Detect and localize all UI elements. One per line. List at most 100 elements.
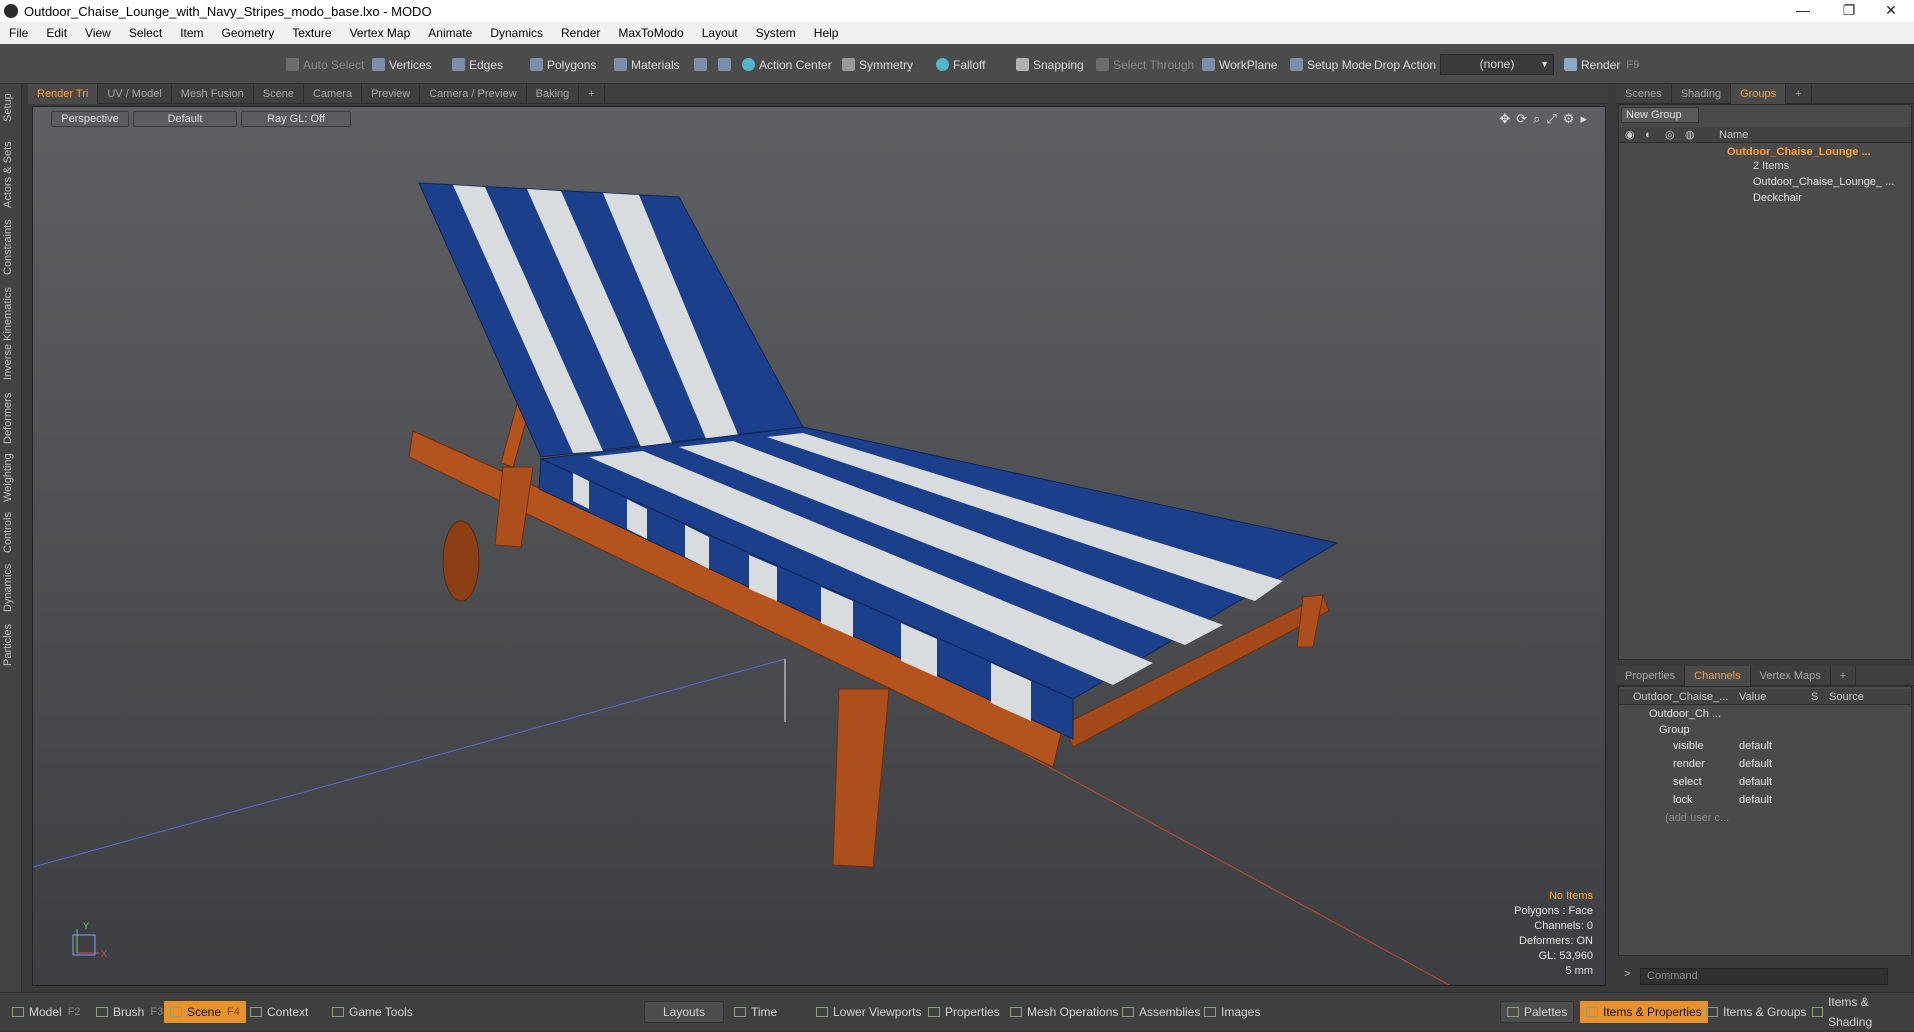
- channel-s-header: S: [1811, 691, 1819, 703]
- channel-visible-value[interactable]: default: [1739, 739, 1772, 754]
- model-layout-button[interactable]: Model F2: [6, 1001, 87, 1023]
- auto-select-button[interactable]: Auto Select: [286, 54, 364, 75]
- setup-mode-icon: [1290, 58, 1303, 71]
- tab-render-tri[interactable]: Render Tri: [28, 83, 99, 104]
- viewport-stats: No Items Polygons : Face Channels: 0 Def…: [1514, 889, 1593, 979]
- menu-help[interactable]: Help: [805, 26, 848, 40]
- name-column-header: Name: [1719, 129, 1749, 141]
- menu-maxtomodo[interactable]: MaxToModo: [609, 26, 692, 40]
- add-right-tab-button[interactable]: +: [1786, 83, 1812, 104]
- palettes-button[interactable]: Palettes: [1500, 1001, 1575, 1023]
- group-item[interactable]: Outdoor_Chaise_Lounge ...: [1727, 145, 1871, 160]
- selection-convert-button[interactable]: [718, 54, 735, 75]
- tab-properties[interactable]: Properties: [1616, 665, 1686, 686]
- tab-baking[interactable]: Baking: [527, 83, 580, 104]
- symmetry-icon: [842, 58, 855, 71]
- drop-action-label: Drop Action: [1374, 57, 1437, 72]
- tab-channels[interactable]: Channels: [1685, 665, 1751, 686]
- vtab-deformers[interactable]: Deformers: [2, 390, 20, 446]
- vtab-particles[interactable]: Particles: [2, 620, 20, 670]
- materials-button[interactable]: Materials: [614, 54, 680, 75]
- menu-dynamics[interactable]: Dynamics: [481, 26, 552, 40]
- tab-vertex-maps[interactable]: Vertex Maps: [1751, 665, 1831, 686]
- tab-preview[interactable]: Preview: [362, 83, 421, 104]
- channel-group[interactable]: Group: [1659, 723, 1690, 738]
- tab-uv-model[interactable]: UV / Model: [98, 83, 172, 104]
- workplane-button[interactable]: WorkPlane: [1202, 54, 1277, 75]
- tab-camera[interactable]: Camera: [304, 83, 363, 104]
- tab-scenes[interactable]: Scenes: [1616, 83, 1672, 104]
- tab-shading[interactable]: Shading: [1672, 83, 1732, 104]
- add-tab-button[interactable]: +: [579, 83, 605, 104]
- channel-render-value[interactable]: default: [1739, 757, 1772, 772]
- 3d-viewport[interactable]: Perspective Default Ray GL: Off ✥⟳⌕⤢⚙▸ Y…: [32, 106, 1606, 986]
- tab-camera-preview[interactable]: Camera / Preview: [420, 83, 527, 104]
- group-child-deckchair[interactable]: Deckchair: [1753, 191, 1802, 206]
- menu-item[interactable]: Item: [171, 26, 212, 40]
- vertices-button[interactable]: Vertices: [372, 54, 432, 75]
- vtab-constraints[interactable]: Constraints: [2, 216, 20, 278]
- menu-view[interactable]: View: [76, 26, 120, 40]
- lower-viewports-button[interactable]: Lower Viewports: [810, 1001, 928, 1023]
- snapping-button[interactable]: Snapping: [1016, 54, 1084, 75]
- visibility-icon: ◉: [1625, 129, 1635, 141]
- grid-icon: [734, 1007, 746, 1017]
- polygons-button[interactable]: Polygons: [530, 54, 596, 75]
- vtab-inverse-kinematics[interactable]: Inverse Kinematics: [2, 284, 20, 384]
- properties-button[interactable]: Properties: [922, 1001, 1006, 1023]
- add-bottom-tab-button[interactable]: +: [1831, 665, 1857, 686]
- time-button[interactable]: Time: [728, 1001, 783, 1023]
- menu-system[interactable]: System: [747, 26, 805, 40]
- menu-animate[interactable]: Animate: [419, 26, 481, 40]
- falloff-button[interactable]: Falloff: [936, 54, 985, 75]
- mesh-operations-button[interactable]: Mesh Operations: [1004, 1001, 1124, 1023]
- minimize-button[interactable]: —: [1780, 0, 1826, 22]
- maximize-button[interactable]: ❐: [1826, 0, 1872, 22]
- action-center-icon: [742, 58, 755, 71]
- images-button[interactable]: Images: [1198, 1001, 1266, 1023]
- menu-vertex-map[interactable]: Vertex Map: [341, 26, 420, 40]
- menu-texture[interactable]: Texture: [283, 26, 340, 40]
- render-button[interactable]: Render F9: [1564, 54, 1639, 75]
- vtab-weighting[interactable]: Weighting: [2, 452, 20, 504]
- symmetry-button[interactable]: Symmetry: [842, 54, 913, 75]
- select-through-button[interactable]: Select Through: [1096, 54, 1194, 75]
- vtab-controls[interactable]: Controls: [2, 510, 20, 556]
- vtab-actors-sets[interactable]: Actors & Sets: [2, 140, 20, 210]
- tab-scene[interactable]: Scene: [254, 83, 304, 104]
- game-tools-layout-button[interactable]: Game Tools: [326, 1001, 419, 1023]
- setup-mode-button[interactable]: Setup Mode: [1290, 54, 1372, 75]
- vtab-setup[interactable]: Setup: [2, 90, 20, 126]
- tab-groups[interactable]: Groups: [1731, 83, 1787, 104]
- assemblies-button[interactable]: Assemblies: [1116, 1001, 1206, 1023]
- channel-item[interactable]: Outdoor_Ch ...: [1649, 707, 1721, 722]
- items-properties-button[interactable]: Items & Properties: [1580, 1001, 1708, 1023]
- drop-action-select[interactable]: (none) ▼: [1440, 54, 1554, 75]
- layouts-button[interactable]: Layouts: [644, 1001, 724, 1023]
- tab-mesh-fusion[interactable]: Mesh Fusion: [172, 83, 254, 104]
- close-button[interactable]: ✕: [1868, 0, 1914, 22]
- channel-lock-value[interactable]: default: [1739, 793, 1772, 808]
- new-group-button[interactable]: New Group: [1621, 107, 1699, 123]
- add-user-channel[interactable]: (add user c...: [1665, 811, 1729, 826]
- menu-select[interactable]: Select: [120, 26, 171, 40]
- group-child-mesh[interactable]: Outdoor_Chaise_Lounge_ ...: [1753, 175, 1894, 190]
- vtab-dynamics[interactable]: Dynamics: [2, 562, 20, 614]
- menu-render[interactable]: Render: [552, 26, 609, 40]
- menu-layout[interactable]: Layout: [693, 26, 747, 40]
- context-layout-button[interactable]: Context: [244, 1001, 314, 1023]
- selection-set-button[interactable]: [694, 54, 711, 75]
- action-center-button[interactable]: Action Center: [742, 54, 832, 75]
- edges-button[interactable]: Edges: [452, 54, 503, 75]
- menu-geometry[interactable]: Geometry: [213, 26, 284, 40]
- items-groups-button[interactable]: Items & Groups: [1700, 1001, 1812, 1023]
- command-input[interactable]: Command: [1640, 968, 1888, 985]
- stats-unit: 5 mm: [1565, 965, 1594, 977]
- falloff-icon: [936, 58, 949, 71]
- items-shading-button[interactable]: Items & Shading: [1806, 995, 1914, 1029]
- brush-layout-button[interactable]: Brush F3: [90, 1001, 169, 1023]
- scene-layout-button[interactable]: Scene F4: [164, 1001, 246, 1023]
- channel-select-value[interactable]: default: [1739, 775, 1772, 790]
- menu-edit[interactable]: Edit: [37, 26, 76, 40]
- menu-file[interactable]: File: [0, 26, 37, 40]
